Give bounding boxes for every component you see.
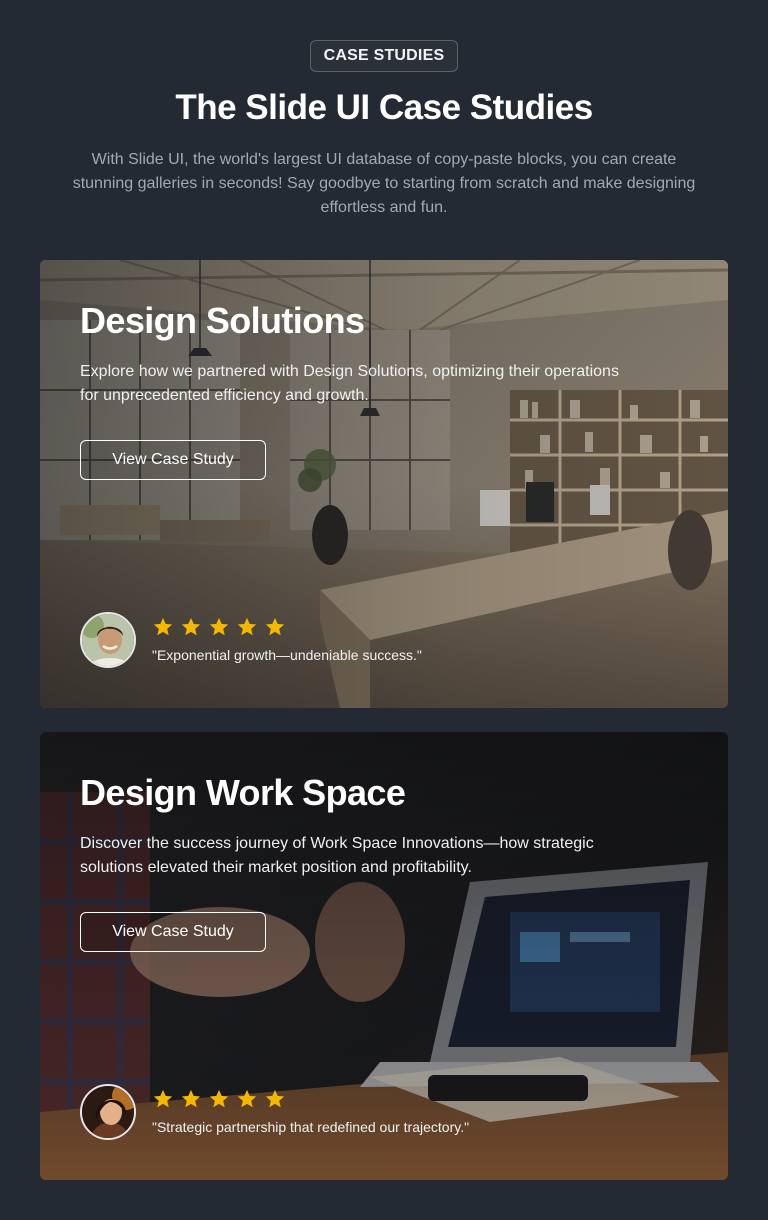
testimonial-quote: "Exponential growth—undeniable success." — [152, 647, 422, 663]
card-description: Explore how we partnered with Design Sol… — [80, 363, 619, 404]
section-eyebrow-badge: CASE STUDIES — [310, 40, 458, 72]
view-case-study-button[interactable]: View Case Study — [80, 912, 266, 952]
card-title: Design Solutions — [80, 300, 365, 341]
view-case-study-button[interactable]: View Case Study — [80, 440, 266, 480]
star-icon — [153, 617, 173, 636]
card-title: Design Work Space — [80, 772, 406, 813]
page-subtitle: With Slide UI, the world's largest UI da… — [72, 151, 696, 216]
avatar — [80, 1084, 136, 1140]
star-icon — [237, 1089, 257, 1108]
star-icon — [153, 1089, 173, 1108]
case-study-card-design-solutions: Design Solutions Explore how we partnere… — [40, 260, 728, 708]
page-title: The Slide UI Case Studies — [175, 88, 593, 127]
card-description: Discover the success journey of Work Spa… — [80, 835, 594, 876]
star-icon — [265, 1089, 285, 1108]
avatar — [80, 612, 136, 668]
case-study-card-design-work-space: Design Work Space Discover the success j… — [40, 732, 728, 1180]
star-icon — [209, 617, 229, 636]
star-icon — [265, 617, 285, 636]
rating-stars — [152, 1088, 286, 1110]
star-icon — [181, 1089, 201, 1108]
star-icon — [209, 1089, 229, 1108]
star-icon — [237, 617, 257, 636]
testimonial-quote: "Strategic partnership that redefined ou… — [152, 1119, 470, 1135]
rating-stars — [152, 616, 286, 638]
star-icon — [181, 617, 201, 636]
